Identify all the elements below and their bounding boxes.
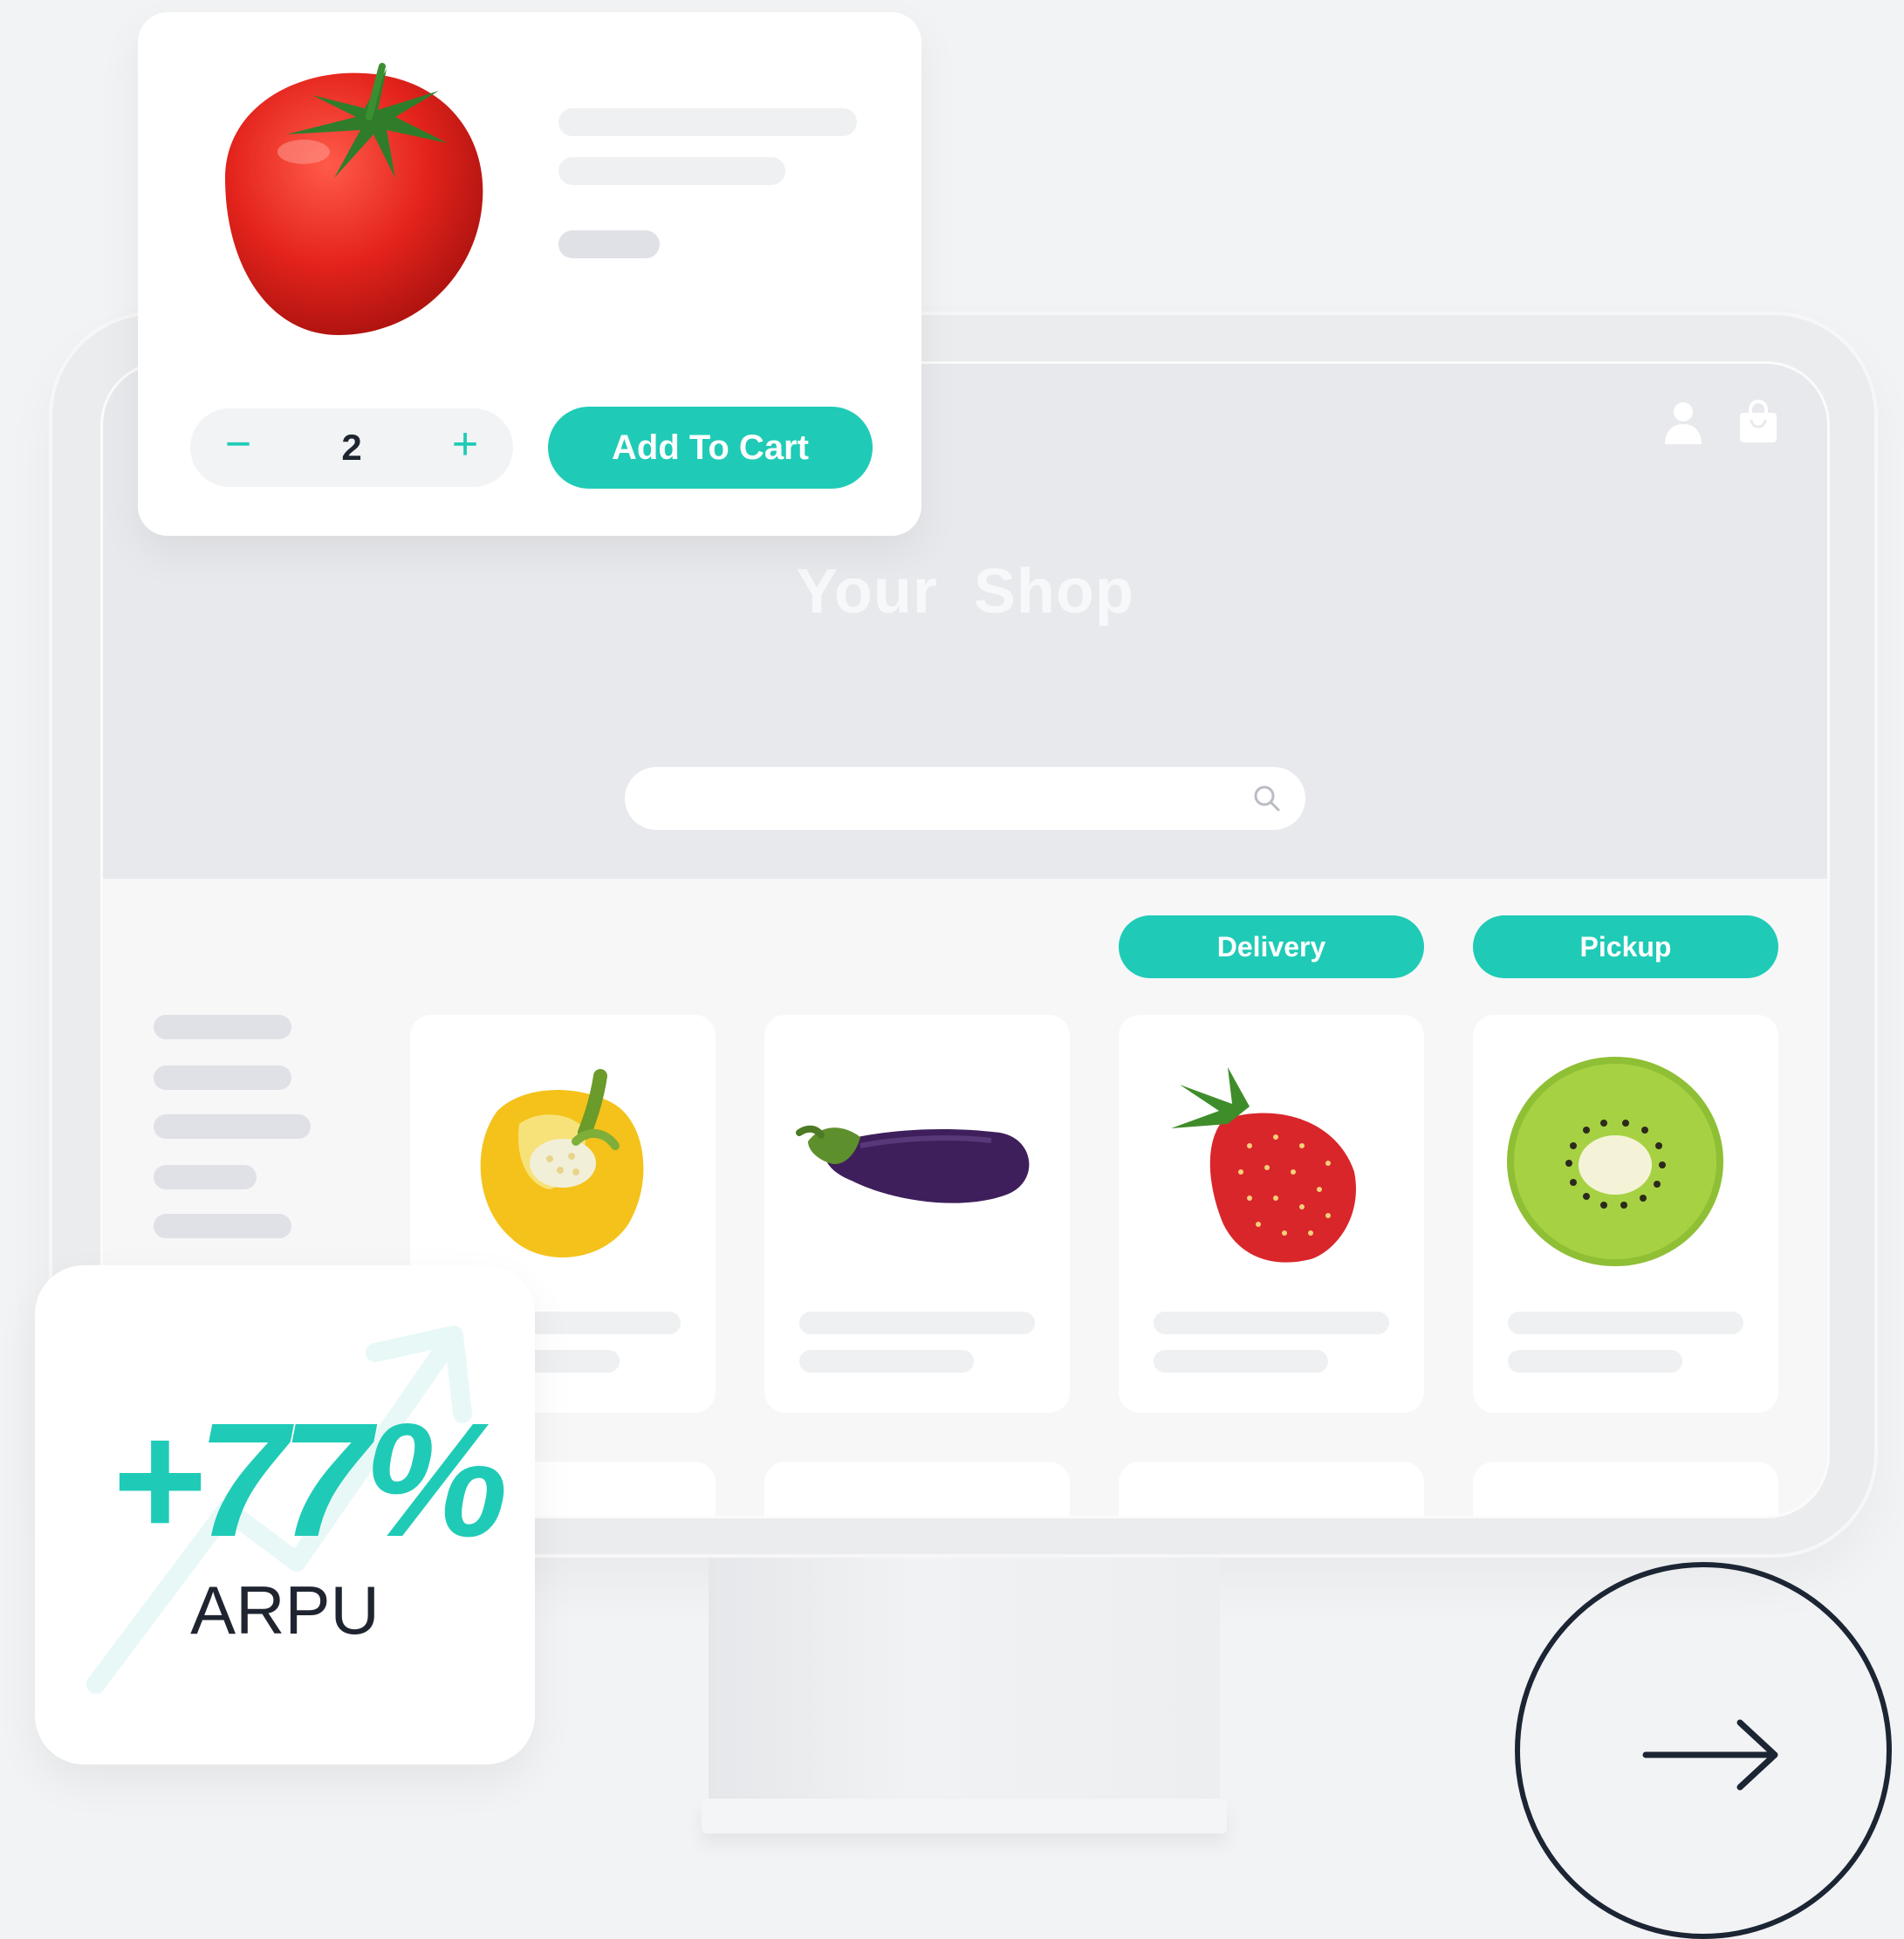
decrement-button[interactable]: − (208, 405, 269, 483)
card-placeholder (799, 1350, 974, 1373)
price-placeholder (558, 230, 660, 258)
next-button[interactable] (1515, 1562, 1892, 1939)
sidebar-placeholder (154, 1015, 291, 1039)
subtitle-placeholder (558, 157, 785, 185)
sidebar-placeholder (154, 1165, 257, 1189)
card-placeholder (799, 1312, 1035, 1334)
search-input[interactable] (625, 767, 1305, 830)
kiwi-icon (1503, 1050, 1730, 1277)
quantity-stepper: − 2 + (190, 408, 513, 487)
delivery-button[interactable]: Delivery (1119, 915, 1424, 978)
sidebar-placeholder (154, 1065, 291, 1090)
product-card[interactable] (1473, 1015, 1778, 1413)
shopping-bag-icon[interactable] (1738, 399, 1778, 442)
card-placeholder (1508, 1350, 1682, 1373)
increment-button[interactable]: + (435, 405, 496, 483)
eggplant-icon (791, 1085, 1044, 1224)
strawberry-icon (1145, 1050, 1389, 1277)
title-placeholder (558, 108, 857, 136)
arrow-right-icon (1642, 1716, 1782, 1794)
add-to-cart-button[interactable]: Add To Cart (548, 407, 873, 489)
card-placeholder (1508, 1312, 1743, 1334)
arpu-stat-card: +77% ARPU (35, 1265, 535, 1764)
sidebar-placeholder (154, 1114, 311, 1139)
product-card[interactable] (1119, 1015, 1424, 1413)
monitor-stand-base (702, 1799, 1227, 1833)
card-placeholder (1154, 1312, 1389, 1334)
product-card[interactable] (764, 1462, 1070, 1516)
product-card[interactable] (764, 1015, 1070, 1413)
search-icon[interactable] (1253, 785, 1281, 812)
sidebar-placeholder (154, 1214, 291, 1238)
arpu-label: ARPU (190, 1572, 380, 1648)
shop-title: Your Shop (796, 557, 1134, 627)
card-placeholder (1154, 1350, 1328, 1373)
product-card[interactable] (1473, 1462, 1778, 1516)
monitor-stand (709, 1558, 1220, 1799)
user-icon[interactable] (1663, 401, 1703, 444)
arpu-value: +77% (109, 1390, 509, 1571)
product-detail-card: − 2 + Add To Cart (138, 12, 921, 536)
tomato-icon (190, 47, 504, 353)
pickup-button[interactable]: Pickup (1473, 915, 1778, 978)
pepper-icon (445, 1050, 672, 1277)
product-card[interactable] (1119, 1462, 1424, 1516)
quantity-value[interactable]: 2 (308, 408, 395, 487)
